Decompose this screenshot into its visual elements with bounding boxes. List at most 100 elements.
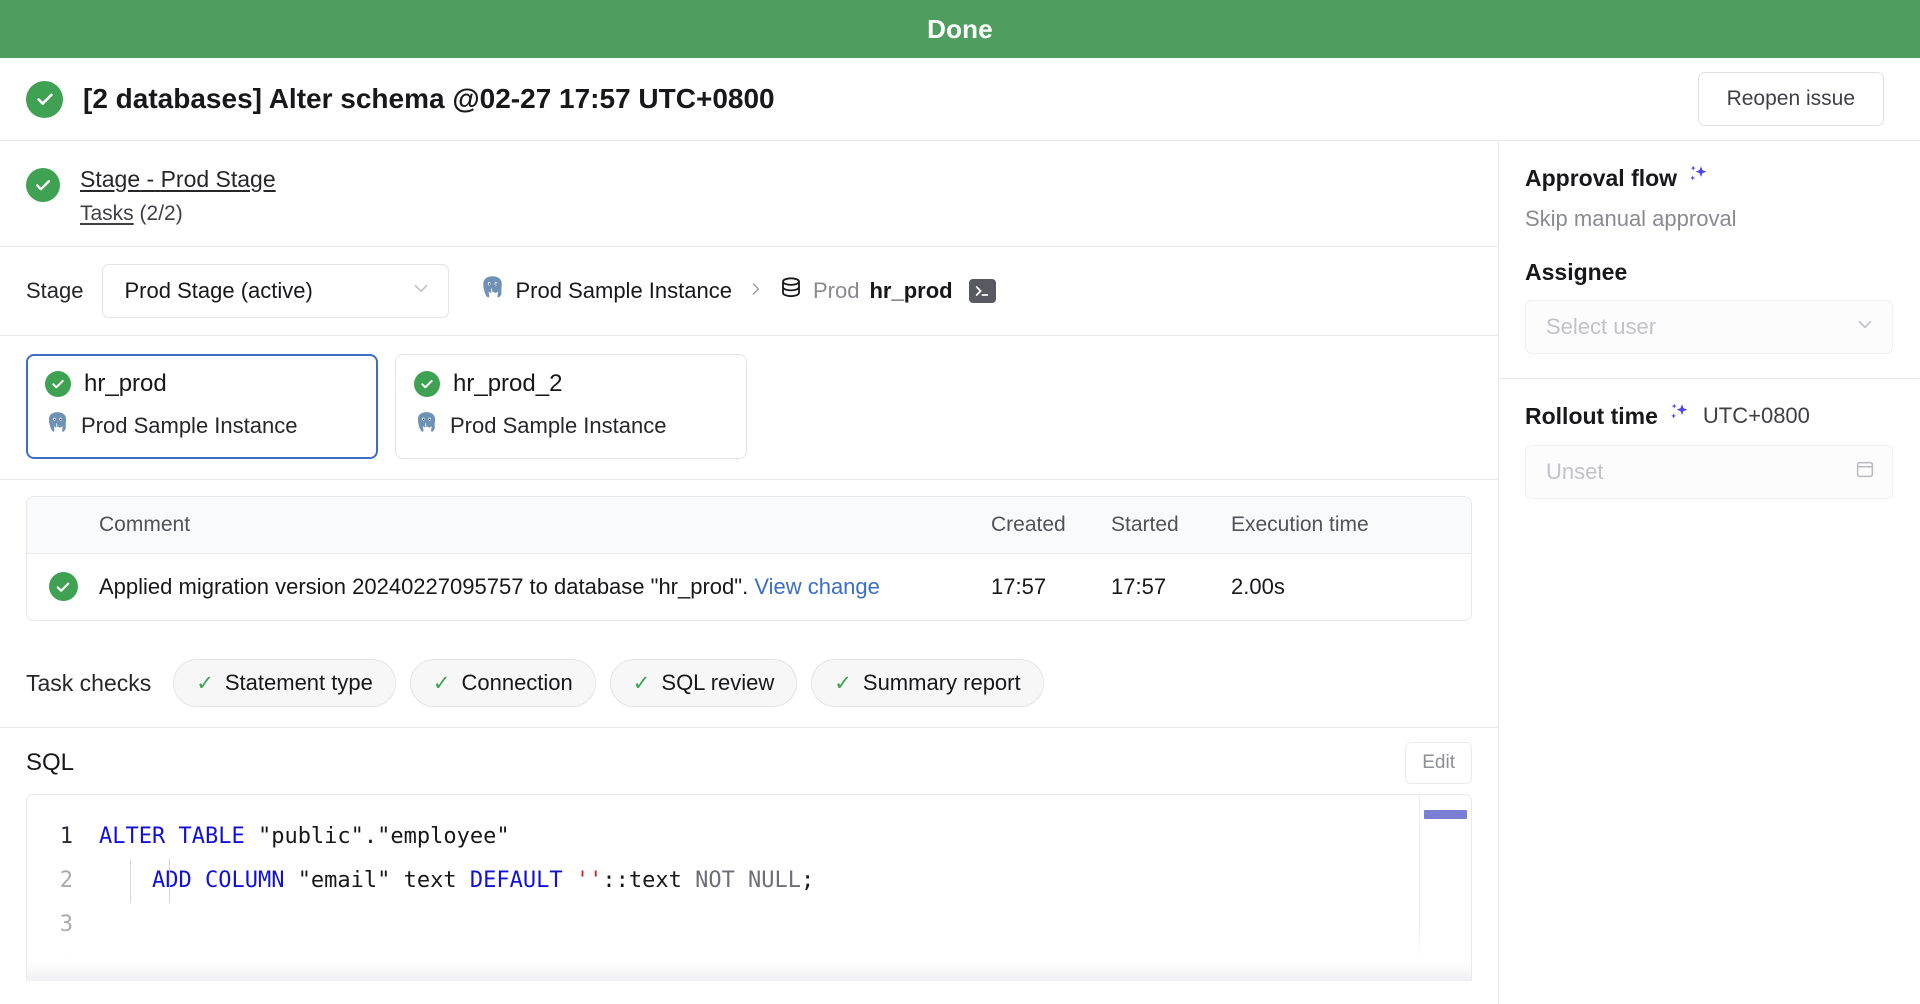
issue-status-banner: Done xyxy=(0,0,1920,58)
breadcrumb-environment: Prod xyxy=(812,278,860,304)
db-card-name: hr_prod xyxy=(84,370,167,398)
stage-selector-row: Stage Prod Stage (active) Prod Sample In… xyxy=(0,247,1498,337)
check-circle-icon xyxy=(45,371,71,398)
stage-select-dropdown[interactable]: Prod Stage (active) xyxy=(101,264,449,319)
stage-name-link[interactable]: Prod Stage xyxy=(161,166,276,192)
sql-indent xyxy=(99,868,152,893)
stage-breadcrumb: Stage - Prod Stage xyxy=(80,164,276,195)
sql-identifier: "public"."employee" xyxy=(257,824,510,850)
check-circle-icon xyxy=(26,168,60,202)
db-task-card-hr-prod-2[interactable]: hr_prod_2 Prod Sample Instance xyxy=(395,354,747,460)
code-content: ALTER TABLE "public"."employee" xyxy=(99,815,510,859)
row-created-cell: 17:57 xyxy=(991,574,1047,600)
issue-body: Stage - Prod Stage Tasks (2/2) Stage Pro… xyxy=(0,141,1920,1004)
check-circle-icon xyxy=(48,572,78,602)
check-circle-icon xyxy=(26,80,63,118)
postgres-icon xyxy=(479,274,506,308)
task-checks-row: Task checks ✓ Statement type ✓ Connectio… xyxy=(0,639,1498,729)
task-check-label: Statement type xyxy=(224,670,373,696)
stage-word-link[interactable]: Stage xyxy=(80,166,140,192)
database-task-cards: hr_prod Prod Sample Instance hr_prod_2 P… xyxy=(0,336,1498,481)
postgres-icon xyxy=(414,410,439,442)
edit-sql-button[interactable]: Edit xyxy=(1405,742,1472,785)
approval-flow-title: Approval flow xyxy=(1525,164,1678,191)
stage-summary-text: Stage - Prod Stage Tasks (2/2) xyxy=(80,164,276,226)
minimap-viewport-indicator[interactable] xyxy=(1424,810,1467,820)
terminal-icon[interactable] xyxy=(968,279,996,304)
approval-flow-value: Skip manual approval xyxy=(1525,206,1737,231)
sparkle-icon xyxy=(1667,401,1691,431)
row-comment-cell: Applied migration version 20240227095757… xyxy=(99,554,991,621)
sql-semicolon: ; xyxy=(801,868,815,894)
sql-keyword: NOT NULL xyxy=(695,868,802,894)
stage-select-value: Prod Stage (active) xyxy=(124,278,313,304)
sidebar-section-rollout: Rollout time UTC+0800 Unset xyxy=(1499,379,1919,523)
db-task-card-hr-prod[interactable]: hr_prod Prod Sample Instance xyxy=(26,354,378,460)
breadcrumb-database[interactable]: hr_prod xyxy=(869,278,952,304)
rollout-timezone: UTC+0800 xyxy=(1702,403,1810,428)
line-number: 2 xyxy=(59,868,73,894)
view-change-link[interactable]: View change xyxy=(754,574,880,599)
check-tick-icon: ✓ xyxy=(196,671,214,695)
approval-flow-heading: Approval flow xyxy=(1525,163,1893,193)
sql-label: SQL xyxy=(26,749,75,777)
assignee-select[interactable]: Select user xyxy=(1525,300,1893,354)
rollout-time-field[interactable]: Unset xyxy=(1525,445,1893,499)
db-card-header: hr_prod xyxy=(45,370,359,398)
stage-dash[interactable]: - xyxy=(140,166,160,192)
sql-keyword: ALTER TABLE xyxy=(99,824,258,850)
editor-minimap-scrollbar[interactable] xyxy=(1419,795,1471,982)
issue-header: [2 databases] Alter schema @02-27 17:57 … xyxy=(0,58,1920,141)
column-header-created: Created xyxy=(991,497,1111,555)
code-content: ADD COLUMN "email" text DEFAULT ''::text… xyxy=(99,859,814,903)
task-check-summary-report[interactable]: ✓ Summary report xyxy=(811,659,1044,708)
check-tick-icon: ✓ xyxy=(432,671,451,695)
tasks-count: (2/2) xyxy=(139,202,183,226)
assignee-placeholder: Select user xyxy=(1546,314,1657,339)
column-header-execution-time: Execution time xyxy=(1231,497,1471,555)
rollout-time-heading: Rollout time UTC+0800 xyxy=(1525,401,1893,431)
tasks-link[interactable]: Tasks xyxy=(80,202,134,225)
calendar-icon xyxy=(1854,458,1876,486)
check-circle-icon xyxy=(414,371,440,398)
db-card-instance-row: Prod Sample Instance xyxy=(414,410,728,442)
code-line-3: 3 xyxy=(27,903,1419,947)
code-line-2: 2 ADD COLUMN "email" text DEFAULT ''::te… xyxy=(27,859,1419,903)
postgres-icon xyxy=(45,410,70,442)
task-check-label: SQL review xyxy=(661,670,775,696)
check-tick-icon: ✓ xyxy=(632,671,651,695)
sql-cast: ::text xyxy=(602,868,696,894)
assignee-heading: Assignee xyxy=(1525,259,1628,285)
code-line-4: 4 xyxy=(27,947,1419,981)
db-card-instance: Prod Sample Instance xyxy=(450,413,667,439)
tasks-line: Tasks (2/2) xyxy=(80,202,276,226)
sidebar-section-approval: Approval flow Skip manual approval Assig… xyxy=(1499,141,1919,379)
chevron-down-icon xyxy=(410,277,432,305)
task-check-sql-review[interactable]: ✓ SQL review xyxy=(609,659,798,708)
sql-string-literal: '' xyxy=(575,868,603,894)
column-header-status xyxy=(27,497,99,555)
task-checks-label: Task checks xyxy=(26,669,152,696)
column-header-started: Started xyxy=(1111,497,1231,555)
task-check-statement-type[interactable]: ✓ Statement type xyxy=(173,659,396,708)
database-icon xyxy=(779,275,803,307)
task-check-label: Connection xyxy=(461,670,573,696)
sql-code-editor[interactable]: 1 ALTER TABLE "public"."employee" 2 ADD … xyxy=(26,794,1472,982)
table-row: Applied migration version 20240227095757… xyxy=(27,554,1471,621)
breadcrumb: Prod Sample Instance Prod hr_prod xyxy=(479,274,996,308)
rollout-time-title: Rollout time xyxy=(1525,402,1658,429)
line-number: 4 xyxy=(59,956,73,982)
line-number: 3 xyxy=(59,912,73,938)
status-banner-label: Done xyxy=(927,13,993,44)
chevron-down-icon xyxy=(1854,313,1876,341)
breadcrumb-instance[interactable]: Prod Sample Instance xyxy=(516,278,732,304)
code-line-1: 1 ALTER TABLE "public"."employee" xyxy=(27,815,1419,859)
sparkle-icon xyxy=(1686,163,1710,193)
stage-summary: Stage - Prod Stage Tasks (2/2) xyxy=(0,141,1498,248)
sql-identifier: "email" xyxy=(297,868,404,894)
sql-code-area[interactable]: 1 ALTER TABLE "public"."employee" 2 ADD … xyxy=(27,795,1419,981)
reopen-issue-button[interactable]: Reopen issue xyxy=(1697,72,1884,126)
db-card-instance-row: Prod Sample Instance xyxy=(45,410,359,442)
db-card-header: hr_prod_2 xyxy=(414,370,728,398)
task-check-connection[interactable]: ✓ Connection xyxy=(409,659,596,708)
